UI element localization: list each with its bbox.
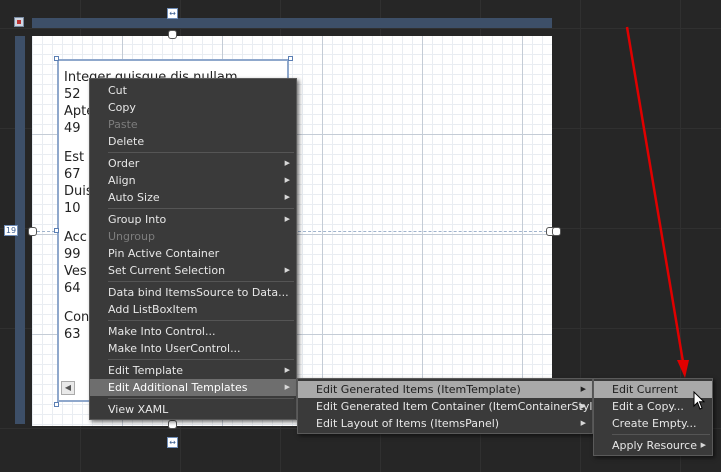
mouse-cursor-icon — [693, 391, 706, 410]
annotation-arrow-icon — [625, 26, 689, 378]
